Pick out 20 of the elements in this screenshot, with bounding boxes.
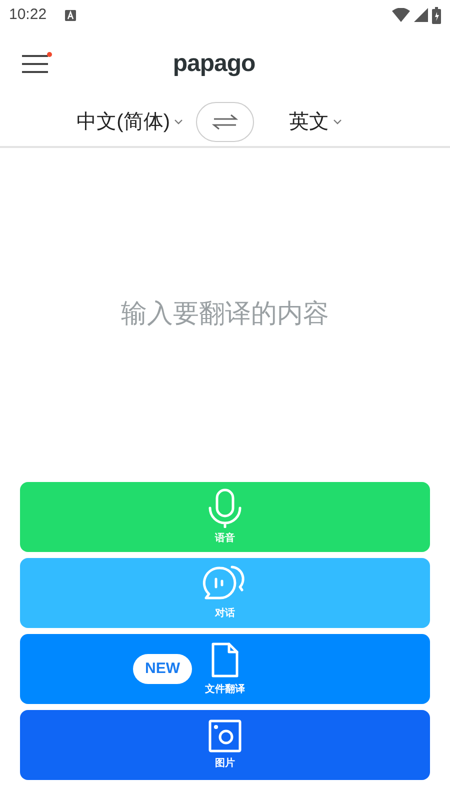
action-button[interactable]: 文件翻译 NEW bbox=[20, 634, 430, 704]
translation-input-field[interactable]: 输入要翻译的内容 bbox=[0, 294, 450, 332]
source-language-dropdown[interactable]: 中文(简体) bbox=[57, 107, 183, 137]
chevron-down-icon bbox=[333, 119, 342, 125]
target-language-dropdown[interactable]: 英文 bbox=[267, 107, 393, 137]
battery-icon bbox=[432, 6, 441, 24]
chevron-down-icon bbox=[174, 119, 183, 125]
wifi-icon bbox=[392, 8, 410, 22]
document-icon bbox=[210, 641, 240, 679]
status-time: 10:22 bbox=[9, 4, 47, 25]
signal-icon bbox=[414, 8, 428, 22]
swap-languages-button[interactable] bbox=[196, 102, 254, 142]
app-logo: papago bbox=[172, 52, 256, 76]
swap-arrows-icon bbox=[212, 113, 238, 131]
action-button[interactable]: 图片 bbox=[20, 710, 430, 780]
camera-icon bbox=[208, 719, 242, 753]
notification-icon bbox=[64, 10, 76, 20]
new-badge: NEW bbox=[133, 654, 192, 684]
menu-button[interactable] bbox=[22, 53, 50, 75]
microphone-icon bbox=[207, 488, 243, 528]
